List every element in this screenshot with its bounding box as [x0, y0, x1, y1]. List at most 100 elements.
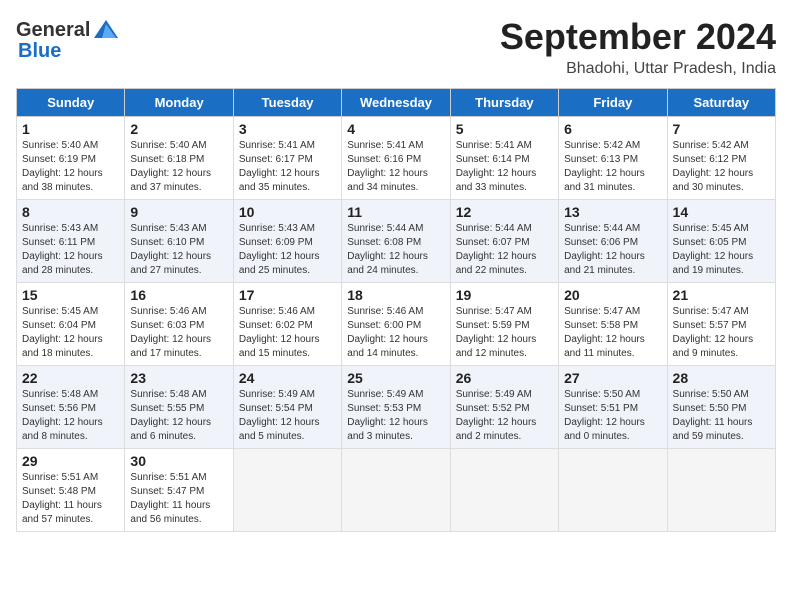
day-number: 1: [22, 121, 119, 137]
calendar-cell: 25 Sunrise: 5:49 AM Sunset: 5:53 PM Dayli…: [342, 366, 450, 449]
calendar-cell: 28 Sunrise: 5:50 AM Sunset: 5:50 PM Dayli…: [667, 366, 775, 449]
calendar-cell: 13 Sunrise: 5:44 AM Sunset: 6:06 PM Dayli…: [559, 200, 667, 283]
day-info: Sunrise: 5:40 AM Sunset: 6:18 PM Dayligh…: [130, 139, 227, 195]
day-number: 30: [130, 453, 227, 469]
day-number: 7: [673, 121, 770, 137]
calendar-header-saturday: Saturday: [667, 89, 775, 117]
calendar-cell: 22 Sunrise: 5:48 AM Sunset: 5:56 PM Dayli…: [17, 366, 125, 449]
day-number: 4: [347, 121, 444, 137]
calendar-cell: 15Sunrise: 5:45 AM Sunset: 6:04 PM Dayli…: [17, 283, 125, 366]
day-info: Sunrise: 5:47 AM Sunset: 5:57 PM Dayligh…: [673, 305, 770, 361]
day-info: Sunrise: 5:40 AM Sunset: 6:19 PM Dayligh…: [22, 139, 119, 195]
calendar-header-row: SundayMondayTuesdayWednesdayThursdayFrid…: [17, 89, 776, 117]
day-number: 9: [130, 204, 227, 220]
calendar-row-1: 1 Sunrise: 5:40 AM Sunset: 6:19 PM Daylig…: [17, 117, 776, 200]
day-info: Sunrise: 5:44 AM Sunset: 6:08 PM Dayligh…: [347, 222, 444, 278]
calendar-header-wednesday: Wednesday: [342, 89, 450, 117]
day-number: 14: [673, 204, 770, 220]
calendar-cell: 1 Sunrise: 5:40 AM Sunset: 6:19 PM Daylig…: [17, 117, 125, 200]
day-info: Sunrise: 5:44 AM Sunset: 6:06 PM Dayligh…: [564, 222, 661, 278]
day-number: 20: [564, 287, 661, 303]
calendar-header-friday: Friday: [559, 89, 667, 117]
day-number: 8: [22, 204, 119, 220]
day-number: 6: [564, 121, 661, 137]
calendar-cell: 5Sunrise: 5:41 AM Sunset: 6:14 PM Daylig…: [450, 117, 558, 200]
day-info: Sunrise: 5:51 AM Sunset: 5:47 PM Dayligh…: [130, 471, 227, 527]
day-number: 2: [130, 121, 227, 137]
day-number: 26: [456, 370, 553, 386]
calendar-cell: 10 Sunrise: 5:43 AM Sunset: 6:09 PM Dayli…: [233, 200, 341, 283]
day-number: 29: [22, 453, 119, 469]
calendar-cell: 4 Sunrise: 5:41 AM Sunset: 6:16 PM Daylig…: [342, 117, 450, 200]
logo: General Blue: [16, 16, 120, 63]
day-number: 28: [673, 370, 770, 386]
day-number: 15: [22, 287, 119, 303]
calendar-cell: [342, 449, 450, 532]
day-number: 24: [239, 370, 336, 386]
location-title: Bhadohi, Uttar Pradesh, India: [500, 60, 776, 78]
day-number: 16: [130, 287, 227, 303]
day-info: Sunrise: 5:50 AM Sunset: 5:50 PM Dayligh…: [673, 388, 770, 444]
calendar-row-5: 29Sunrise: 5:51 AM Sunset: 5:48 PM Dayli…: [17, 449, 776, 532]
day-number: 5: [456, 121, 553, 137]
logo-icon: [92, 16, 120, 44]
day-number: 3: [239, 121, 336, 137]
day-info: Sunrise: 5:41 AM Sunset: 6:17 PM Dayligh…: [239, 139, 336, 195]
day-info: Sunrise: 5:46 AM Sunset: 6:03 PM Dayligh…: [130, 305, 227, 361]
day-info: Sunrise: 5:49 AM Sunset: 5:52 PM Dayligh…: [456, 388, 553, 444]
day-info: Sunrise: 5:42 AM Sunset: 6:13 PM Dayligh…: [564, 139, 661, 195]
day-number: 22: [22, 370, 119, 386]
calendar-header-tuesday: Tuesday: [233, 89, 341, 117]
day-number: 17: [239, 287, 336, 303]
day-info: Sunrise: 5:49 AM Sunset: 5:53 PM Dayligh…: [347, 388, 444, 444]
day-info: Sunrise: 5:50 AM Sunset: 5:51 PM Dayligh…: [564, 388, 661, 444]
day-number: 18: [347, 287, 444, 303]
day-info: Sunrise: 5:47 AM Sunset: 5:58 PM Dayligh…: [564, 305, 661, 361]
day-number: 25: [347, 370, 444, 386]
calendar-cell: 11 Sunrise: 5:44 AM Sunset: 6:08 PM Dayli…: [342, 200, 450, 283]
day-info: Sunrise: 5:46 AM Sunset: 6:02 PM Dayligh…: [239, 305, 336, 361]
day-number: 11: [347, 204, 444, 220]
day-info: Sunrise: 5:44 AM Sunset: 6:07 PM Dayligh…: [456, 222, 553, 278]
day-number: 27: [564, 370, 661, 386]
calendar-cell: [233, 449, 341, 532]
calendar-cell: 9Sunrise: 5:43 AM Sunset: 6:10 PM Daylig…: [125, 200, 233, 283]
day-info: Sunrise: 5:43 AM Sunset: 6:09 PM Dayligh…: [239, 222, 336, 278]
calendar-row-3: 15Sunrise: 5:45 AM Sunset: 6:04 PM Dayli…: [17, 283, 776, 366]
day-info: Sunrise: 5:45 AM Sunset: 6:05 PM Dayligh…: [673, 222, 770, 278]
calendar-cell: 16 Sunrise: 5:46 AM Sunset: 6:03 PM Dayli…: [125, 283, 233, 366]
day-info: Sunrise: 5:42 AM Sunset: 6:12 PM Dayligh…: [673, 139, 770, 195]
calendar-header-monday: Monday: [125, 89, 233, 117]
day-number: 23: [130, 370, 227, 386]
day-info: Sunrise: 5:48 AM Sunset: 5:56 PM Dayligh…: [22, 388, 119, 444]
calendar-header-sunday: Sunday: [17, 89, 125, 117]
calendar-cell: 30 Sunrise: 5:51 AM Sunset: 5:47 PM Dayli…: [125, 449, 233, 532]
calendar-cell: 3 Sunrise: 5:41 AM Sunset: 6:17 PM Daylig…: [233, 117, 341, 200]
day-number: 21: [673, 287, 770, 303]
day-number: 19: [456, 287, 553, 303]
day-info: Sunrise: 5:47 AM Sunset: 5:59 PM Dayligh…: [456, 305, 553, 361]
calendar-cell: 8 Sunrise: 5:43 AM Sunset: 6:11 PM Daylig…: [17, 200, 125, 283]
day-info: Sunrise: 5:43 AM Sunset: 6:11 PM Dayligh…: [22, 222, 119, 278]
day-info: Sunrise: 5:49 AM Sunset: 5:54 PM Dayligh…: [239, 388, 336, 444]
day-info: Sunrise: 5:41 AM Sunset: 6:16 PM Dayligh…: [347, 139, 444, 195]
logo-general-text: General: [16, 19, 90, 42]
calendar-row-4: 22 Sunrise: 5:48 AM Sunset: 5:56 PM Dayli…: [17, 366, 776, 449]
calendar-cell: 7 Sunrise: 5:42 AM Sunset: 6:12 PM Daylig…: [667, 117, 775, 200]
calendar-cell: 24 Sunrise: 5:49 AM Sunset: 5:54 PM Dayli…: [233, 366, 341, 449]
calendar-cell: 27 Sunrise: 5:50 AM Sunset: 5:51 PM Dayli…: [559, 366, 667, 449]
calendar-cell: 20 Sunrise: 5:47 AM Sunset: 5:58 PM Dayli…: [559, 283, 667, 366]
day-number: 10: [239, 204, 336, 220]
day-number: 13: [564, 204, 661, 220]
page-header: General Blue September 2024 Bhadohi, Utt…: [16, 16, 776, 78]
calendar-table: SundayMondayTuesdayWednesdayThursdayFrid…: [16, 88, 776, 532]
calendar-cell: 21 Sunrise: 5:47 AM Sunset: 5:57 PM Dayli…: [667, 283, 775, 366]
logo-blue-text: Blue: [18, 40, 61, 63]
calendar-cell: [559, 449, 667, 532]
day-info: Sunrise: 5:48 AM Sunset: 5:55 PM Dayligh…: [130, 388, 227, 444]
day-number: 12: [456, 204, 553, 220]
calendar-cell: 19 Sunrise: 5:47 AM Sunset: 5:59 PM Dayli…: [450, 283, 558, 366]
calendar-cell: 17 Sunrise: 5:46 AM Sunset: 6:02 PM Dayli…: [233, 283, 341, 366]
calendar-cell: [450, 449, 558, 532]
calendar-cell: 18Sunrise: 5:46 AM Sunset: 6:00 PM Dayli…: [342, 283, 450, 366]
